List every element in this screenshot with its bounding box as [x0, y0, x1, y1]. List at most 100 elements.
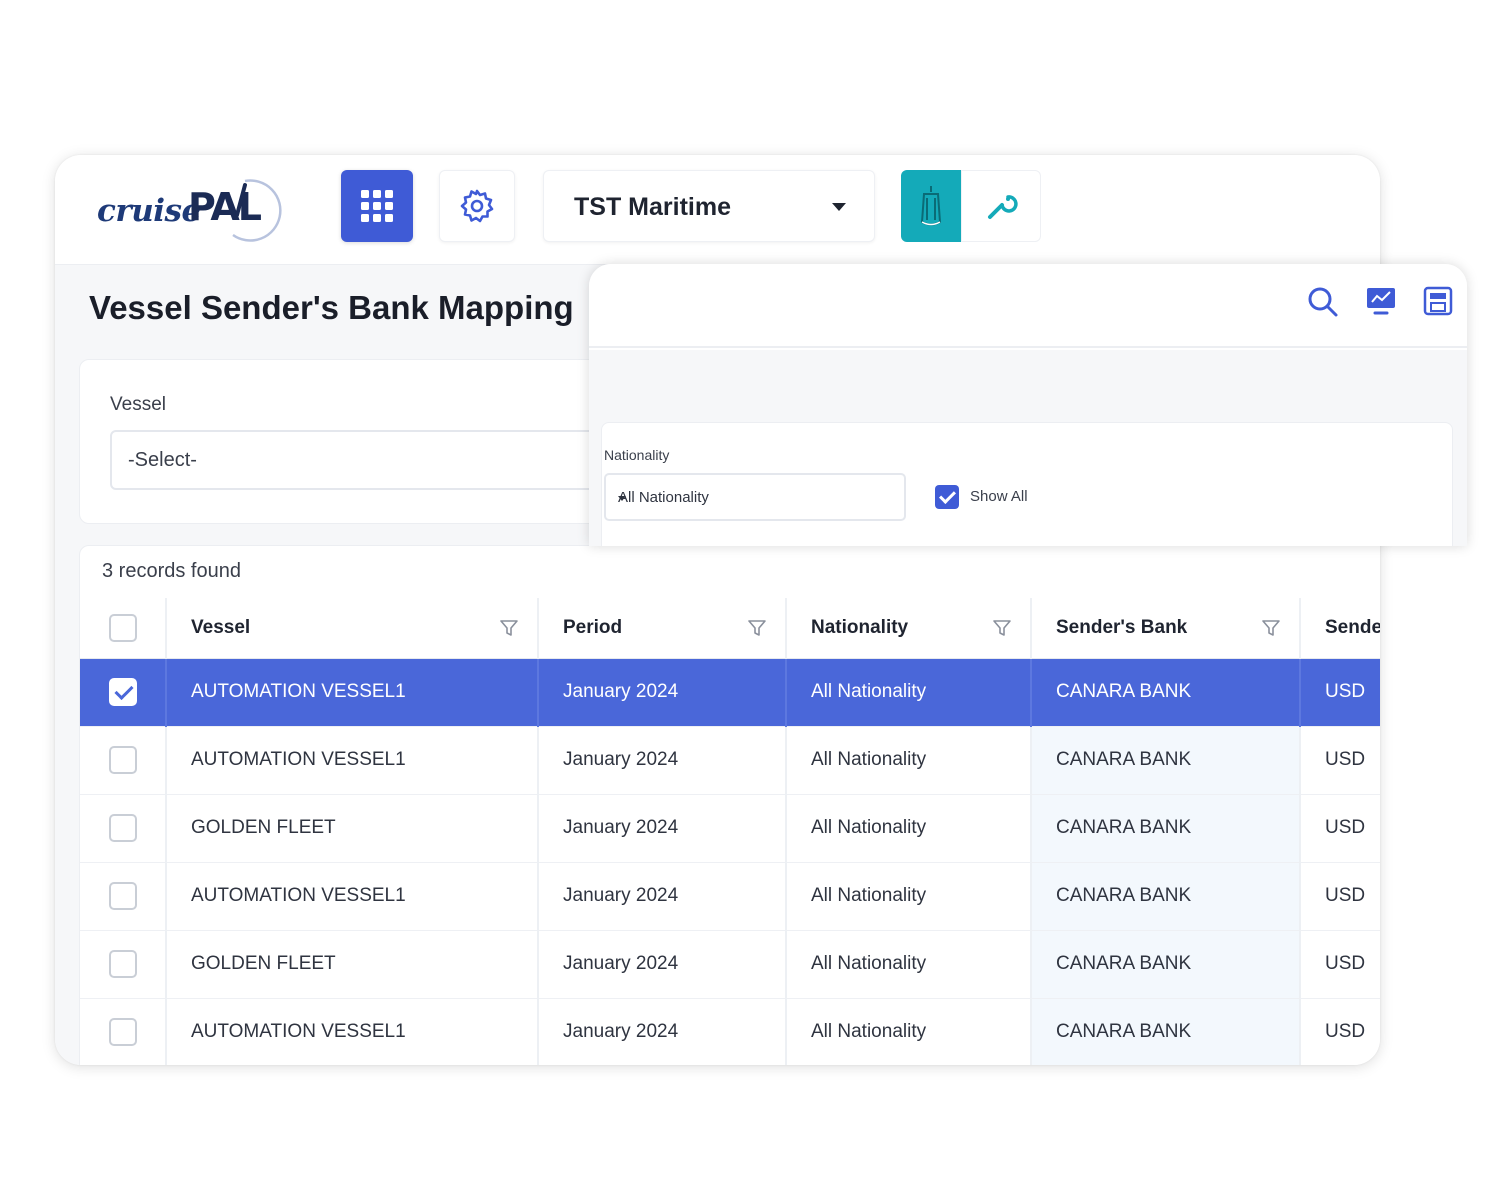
filter-funnel-icon[interactable] [499, 618, 519, 638]
row-checkbox[interactable] [108, 882, 137, 910]
results-table: Vessel Period Nationality Sender's Bank … [80, 598, 1380, 1065]
select-all-checkbox[interactable] [108, 613, 137, 642]
cell-nationality: All Nationality [786, 998, 1032, 1065]
nationality-filter-panel: Nationality All Nationality Show All [601, 422, 1453, 546]
row-select-cell [80, 726, 167, 795]
cell-bank: CANARA BANK [1031, 658, 1301, 727]
row-select-cell [80, 658, 167, 727]
overlay-body: Nationality All Nationality Show All [589, 350, 1467, 546]
cell-nationality: All Nationality [786, 726, 1032, 795]
cell-vessel: AUTOMATION VESSEL1 [166, 862, 539, 931]
settings-button[interactable] [439, 170, 515, 242]
row-checkbox[interactable] [108, 1018, 137, 1046]
report-icon[interactable] [1365, 286, 1397, 316]
caret-down-icon [618, 496, 626, 501]
cell-currency: USD [1300, 658, 1380, 727]
nationality-select-value: All Nationality [618, 489, 709, 506]
cell-currency: USD [1300, 998, 1380, 1065]
column-header-label: Vessel [191, 616, 251, 638]
row-select-cell [80, 794, 167, 863]
wrench-icon [988, 195, 1018, 219]
tools-button[interactable] [961, 170, 1041, 242]
row-checkbox[interactable] [108, 746, 137, 774]
show-all-label: Show All [970, 488, 1028, 505]
nationality-select[interactable]: All Nationality [604, 473, 906, 521]
column-header-label: Sende [1325, 616, 1380, 638]
caret-down-icon [832, 203, 846, 211]
overlay-toolbar [589, 264, 1467, 348]
nationality-label: Nationality [604, 447, 670, 463]
column-header-label: Nationality [811, 616, 909, 638]
vessel-select-value: -Select- [128, 449, 197, 471]
cell-nationality: All Nationality [786, 658, 1032, 727]
top-bar: cruise PAL TST Maritime [55, 155, 1380, 265]
logo-text-cruise: cruise [97, 193, 201, 229]
gear-icon [460, 189, 494, 223]
company-select-value: TST Maritime [574, 193, 731, 221]
column-header-vessel[interactable]: Vessel [166, 598, 539, 659]
cell-bank: CANARA BANK [1031, 862, 1301, 931]
filter-funnel-icon[interactable] [992, 618, 1012, 638]
show-all-checkbox[interactable] [935, 485, 959, 509]
cell-bank: CANARA BANK [1031, 794, 1301, 863]
results-panel: 3 records found Vessel Period Nationalit… [79, 545, 1380, 1065]
row-select-cell [80, 998, 167, 1065]
save-icon[interactable] [1423, 286, 1453, 316]
cruisepal-logo[interactable]: cruise PAL [95, 173, 295, 245]
apps-grid-button[interactable] [341, 170, 413, 242]
cell-nationality: All Nationality [786, 794, 1032, 863]
cell-bank: CANARA BANK [1031, 998, 1301, 1065]
cell-period: January 2024 [538, 794, 787, 863]
filter-funnel-icon[interactable] [747, 618, 767, 638]
row-checkbox[interactable] [108, 678, 137, 706]
cell-vessel: GOLDEN FLEET [166, 930, 539, 999]
vessel-label: Vessel [110, 394, 166, 415]
column-header-nationality[interactable]: Nationality [786, 598, 1032, 659]
cell-bank: CANARA BANK [1031, 726, 1301, 795]
column-header-sender-currency[interactable]: Sende [1300, 598, 1380, 659]
cell-period: January 2024 [538, 998, 787, 1065]
cell-nationality: All Nationality [786, 862, 1032, 931]
ship-icon [920, 186, 942, 226]
cell-currency: USD [1300, 930, 1380, 999]
page-title: Vessel Sender's Bank Mapping [89, 289, 574, 326]
logo-swoosh-icon [232, 179, 282, 242]
row-checkbox[interactable] [108, 814, 137, 842]
table-row[interactable]: GOLDEN FLEET January 2024 All Nationalit… [80, 794, 1380, 863]
records-count: 3 records found [102, 560, 241, 582]
table-row[interactable]: AUTOMATION VESSEL1 January 2024 All Nati… [80, 862, 1380, 931]
column-header-senders-bank[interactable]: Sender's Bank [1031, 598, 1301, 659]
cell-currency: USD [1300, 862, 1380, 931]
filter-funnel-icon[interactable] [1261, 618, 1281, 638]
cell-period: January 2024 [538, 658, 787, 727]
ship-button[interactable] [901, 170, 961, 242]
table-row[interactable]: AUTOMATION VESSEL1 January 2024 All Nati… [80, 726, 1380, 795]
table-row[interactable]: AUTOMATION VESSEL1 January 2024 All Nati… [80, 998, 1380, 1065]
cell-vessel: AUTOMATION VESSEL1 [166, 658, 539, 727]
cell-period: January 2024 [538, 726, 787, 795]
table-row[interactable]: GOLDEN FLEET January 2024 All Nationalit… [80, 930, 1380, 999]
search-icon[interactable] [1307, 286, 1339, 318]
cell-bank: CANARA BANK [1031, 930, 1301, 999]
cell-period: January 2024 [538, 862, 787, 931]
cell-vessel: AUTOMATION VESSEL1 [166, 726, 539, 795]
cell-currency: USD [1300, 726, 1380, 795]
column-header-period[interactable]: Period [538, 598, 787, 659]
vessel-select[interactable]: -Select- [110, 430, 630, 490]
apps-grid-icon [361, 190, 393, 222]
column-header-label: Period [563, 616, 623, 638]
table-row[interactable]: AUTOMATION VESSEL1 January 2024 All Nati… [80, 658, 1380, 727]
cell-nationality: All Nationality [786, 930, 1032, 999]
company-select[interactable]: TST Maritime [543, 170, 875, 242]
row-select-cell [80, 930, 167, 999]
cell-currency: USD [1300, 794, 1380, 863]
cell-vessel: AUTOMATION VESSEL1 [166, 998, 539, 1065]
row-checkbox[interactable] [108, 950, 137, 978]
cell-period: January 2024 [538, 930, 787, 999]
select-all-cell [80, 598, 167, 659]
cell-vessel: GOLDEN FLEET [166, 794, 539, 863]
row-select-cell [80, 862, 167, 931]
column-header-label: Sender's Bank [1056, 616, 1188, 638]
filter-overlay-card: Nationality All Nationality Show All [589, 264, 1467, 546]
table-header-row: Vessel Period Nationality Sender's Bank … [80, 598, 1380, 659]
